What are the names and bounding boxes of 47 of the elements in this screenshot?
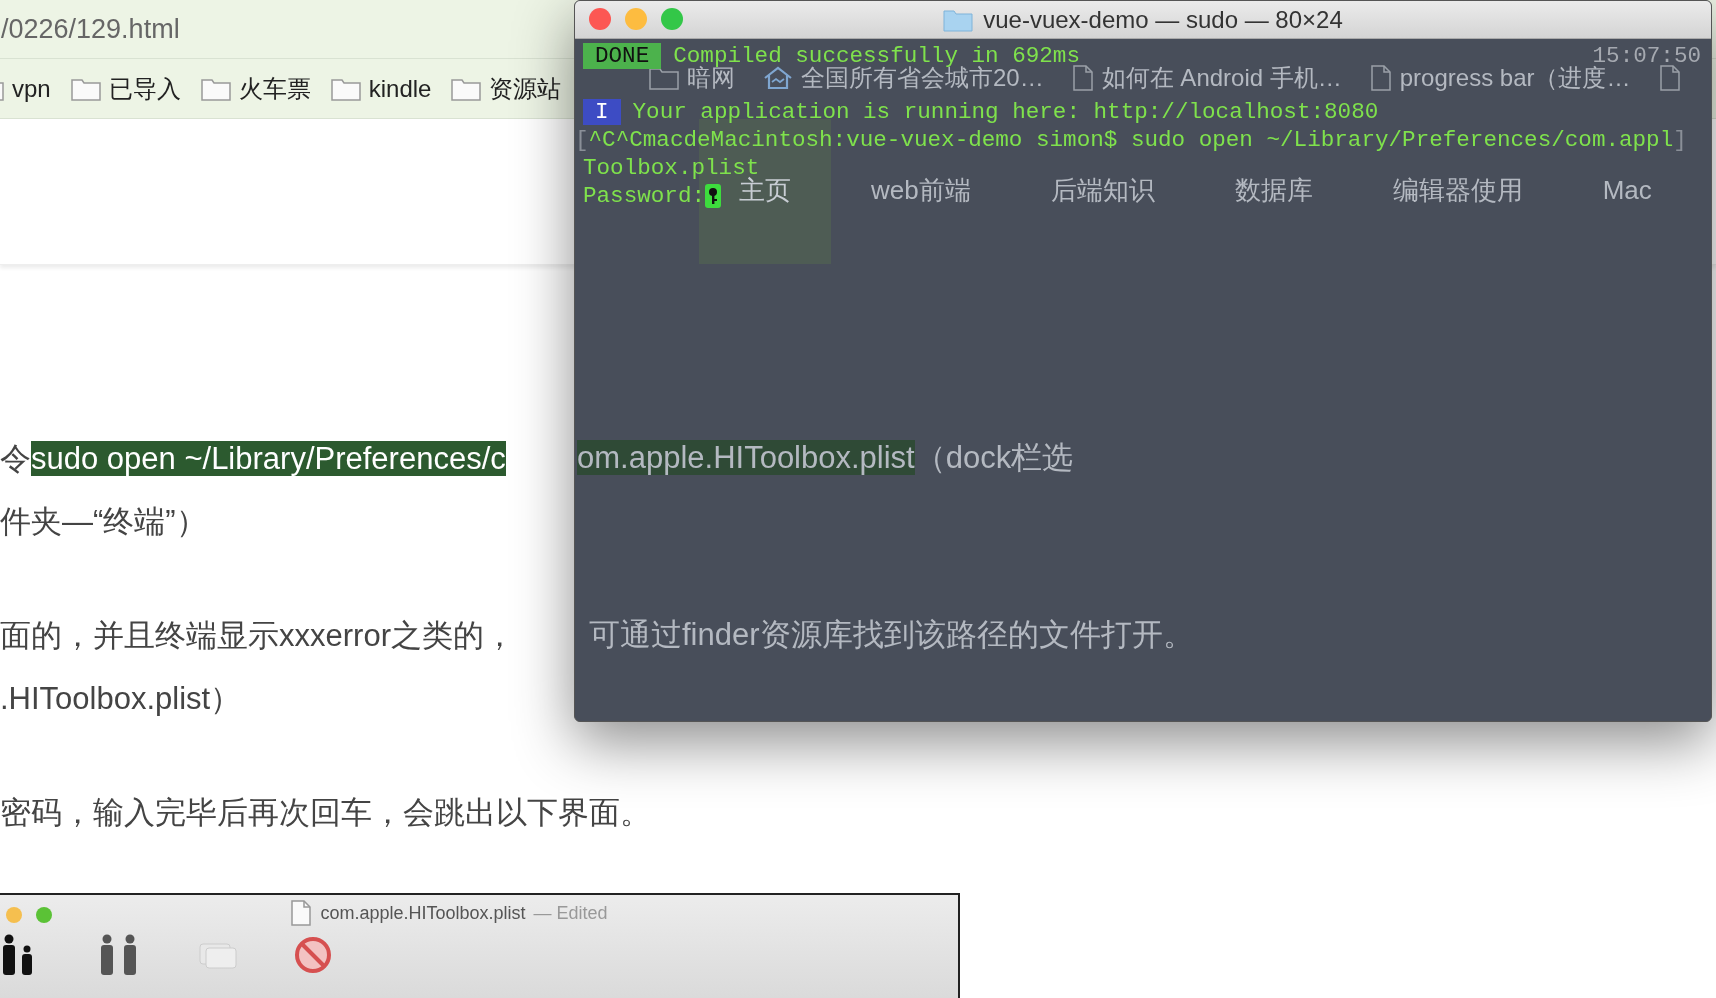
article-line: .HIToolbox.plist） xyxy=(0,680,242,718)
nav-tab[interactable]: web前端 xyxy=(871,173,971,207)
bookmark[interactable]: 火车票 xyxy=(200,72,311,105)
window-title: com.apple.HIToolbox.plist xyxy=(320,902,526,924)
article-line: om.apple.HIToolbox.plist（dock栏选 xyxy=(577,439,1074,477)
article-line: 件夹—“终端”） xyxy=(0,503,207,541)
close-button[interactable] xyxy=(589,8,611,30)
edited-status: — Edited xyxy=(533,902,608,924)
document-icon xyxy=(290,900,313,926)
bracket-mark: [ xyxy=(575,126,589,154)
article-line: 密码，输入完毕后再次回车，会跳出以下界面。 xyxy=(0,794,651,832)
nav-tab[interactable]: 后端知识 xyxy=(1050,173,1155,207)
status-badge: I xyxy=(583,99,621,125)
zoom-button[interactable] xyxy=(661,8,683,30)
folder-icon xyxy=(451,76,482,101)
address-field[interactable]: /0226/129.html xyxy=(1,13,180,45)
folder-icon xyxy=(330,76,361,101)
bookmark[interactable]: 如何在 Android 手机… xyxy=(1071,62,1342,94)
key-icon xyxy=(705,184,722,208)
terminal-text: Your application is running here: http://localhost:8080 xyxy=(632,98,1379,126)
article-line: 可通过finder资源库找到该路径的文件打开。 xyxy=(588,616,1194,654)
status-badge: DONE xyxy=(583,43,662,69)
bookmark[interactable]: kindle xyxy=(330,74,432,103)
nav-tab[interactable]: 数据库 xyxy=(1234,173,1313,207)
article-line: 令sudo open ~/Library/Preferences/c xyxy=(0,440,506,478)
minimize-button[interactable] xyxy=(625,8,647,30)
document-icon xyxy=(1658,65,1681,91)
bracket-mark: ] xyxy=(1673,126,1687,154)
folder-icon xyxy=(70,76,101,101)
bookmark[interactable]: vpn xyxy=(0,74,51,103)
folder-icon xyxy=(649,66,679,90)
nav-tab[interactable]: 主页 xyxy=(739,173,791,207)
bookmark[interactable]: 已导入 xyxy=(70,72,181,105)
bookmark[interactable]: 资源站 xyxy=(451,72,562,105)
terminal-text: Password: xyxy=(583,182,706,210)
terminal-text: ^C^CmacdeMacintosh:vue-vuex-demo simon$ sudo open ~/Library/Preferences/com.appl xyxy=(588,126,1674,154)
folder-icon xyxy=(200,76,231,101)
nav-tab[interactable]: Mac xyxy=(1602,173,1652,207)
document-icon xyxy=(1071,65,1094,91)
document-icon xyxy=(1369,65,1392,91)
folder-icon xyxy=(943,7,974,32)
article-line: 面的，并且终端显示xxxerror之类的， xyxy=(0,617,515,655)
no-entry-icon xyxy=(294,936,332,974)
duplicate-icon xyxy=(198,940,238,970)
window-title: vue-vuex-demo — sudo — 80×24 xyxy=(983,5,1343,34)
house-icon xyxy=(763,66,793,90)
nav-tab[interactable]: 编辑器使用 xyxy=(1392,173,1523,207)
